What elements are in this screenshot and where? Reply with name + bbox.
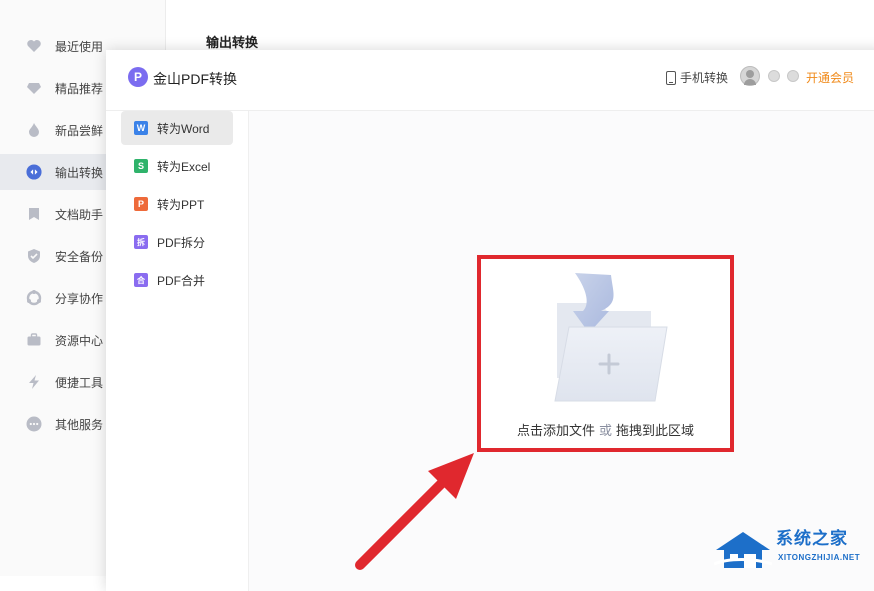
sidebar-label: 精品推荐 <box>55 81 104 96</box>
open-vip-link[interactable]: 开通会员 <box>806 69 854 86</box>
bookmark-icon <box>26 206 42 222</box>
sidebar-label: 资源中心 <box>55 333 104 348</box>
flame-icon <box>26 122 42 138</box>
excel-icon: S <box>134 159 148 173</box>
merge-icon: 合 <box>134 273 148 287</box>
menu-item-label: PDF拆分 <box>157 235 206 250</box>
menu-item-pdf-merge[interactable]: 合 PDF合并 <box>121 263 233 297</box>
menu-item-label: 转为Excel <box>157 159 211 174</box>
member-badge-icon <box>768 70 780 82</box>
sidebar-label: 便捷工具 <box>55 375 104 390</box>
convert-icon <box>26 164 42 180</box>
menu-item-to-ppt[interactable]: P 转为PPT <box>121 187 233 221</box>
menu-item-label: 转为Word <box>157 121 210 136</box>
ppt-icon: P <box>134 197 148 211</box>
heart-icon <box>26 38 42 54</box>
dialog-header: P 金山PDF转换 手机转换 开通会员 <box>106 50 874 111</box>
file-drop-zone[interactable]: 点击添加文件或拖拽到此区域 <box>477 255 734 452</box>
phone-convert-button[interactable]: 手机转换 <box>666 69 728 86</box>
lightning-icon <box>26 374 42 390</box>
avatar[interactable] <box>740 66 760 86</box>
drag-here-text: 拖拽到此区域 <box>616 423 695 438</box>
page-title: 输出转换 <box>206 35 259 50</box>
sidebar-label: 最近使用 <box>55 39 104 54</box>
menu-item-pdf-split[interactable]: 拆 PDF拆分 <box>121 225 233 259</box>
or-text: 或 <box>598 423 612 438</box>
menu-item-to-excel[interactable]: S 转为Excel <box>121 149 233 183</box>
convert-menu: W 转为Word S 转为Excel P 转为PPT 拆 PDF拆分 合 PDF… <box>106 111 248 591</box>
site-watermark: 系统之家 XITONGZHIJIA.NET <box>714 522 874 576</box>
menu-item-to-word[interactable]: W 转为Word <box>121 111 233 145</box>
split-icon: 拆 <box>134 235 148 249</box>
menu-item-label: 转为PPT <box>157 197 205 212</box>
watermark-url: XITONGZHIJIA.NET <box>778 553 861 562</box>
click-add-text: 点击添加文件 <box>516 423 595 438</box>
sidebar-label: 输出转换 <box>55 165 104 180</box>
folder-upload-icon <box>554 273 668 402</box>
house-logo-icon <box>714 532 772 568</box>
drop-instruction: 点击添加文件或拖拽到此区域 <box>481 420 730 439</box>
word-icon: W <box>134 121 148 135</box>
super-member-badge-icon <box>787 70 799 82</box>
phone-convert-label: 手机转换 <box>680 71 729 85</box>
sidebar-label: 新品尝鲜 <box>55 123 104 138</box>
sidebar-label: 安全备份 <box>55 249 104 264</box>
app-logo: P <box>128 67 148 87</box>
sidebar-label: 分享协作 <box>55 291 104 306</box>
share-icon <box>26 290 42 306</box>
sidebar-label: 文档助手 <box>55 207 104 222</box>
watermark-title: 系统之家 <box>776 529 848 548</box>
diamond-icon <box>26 80 42 96</box>
menu-item-label: PDF合并 <box>157 273 206 288</box>
sidebar-label: 其他服务 <box>55 417 104 432</box>
more-icon <box>26 416 42 432</box>
shield-icon <box>26 248 42 264</box>
briefcase-icon <box>26 332 42 348</box>
red-arrow-annotation <box>355 453 474 570</box>
phone-icon <box>666 70 676 85</box>
app-title: 金山PDF转换 <box>153 71 237 87</box>
